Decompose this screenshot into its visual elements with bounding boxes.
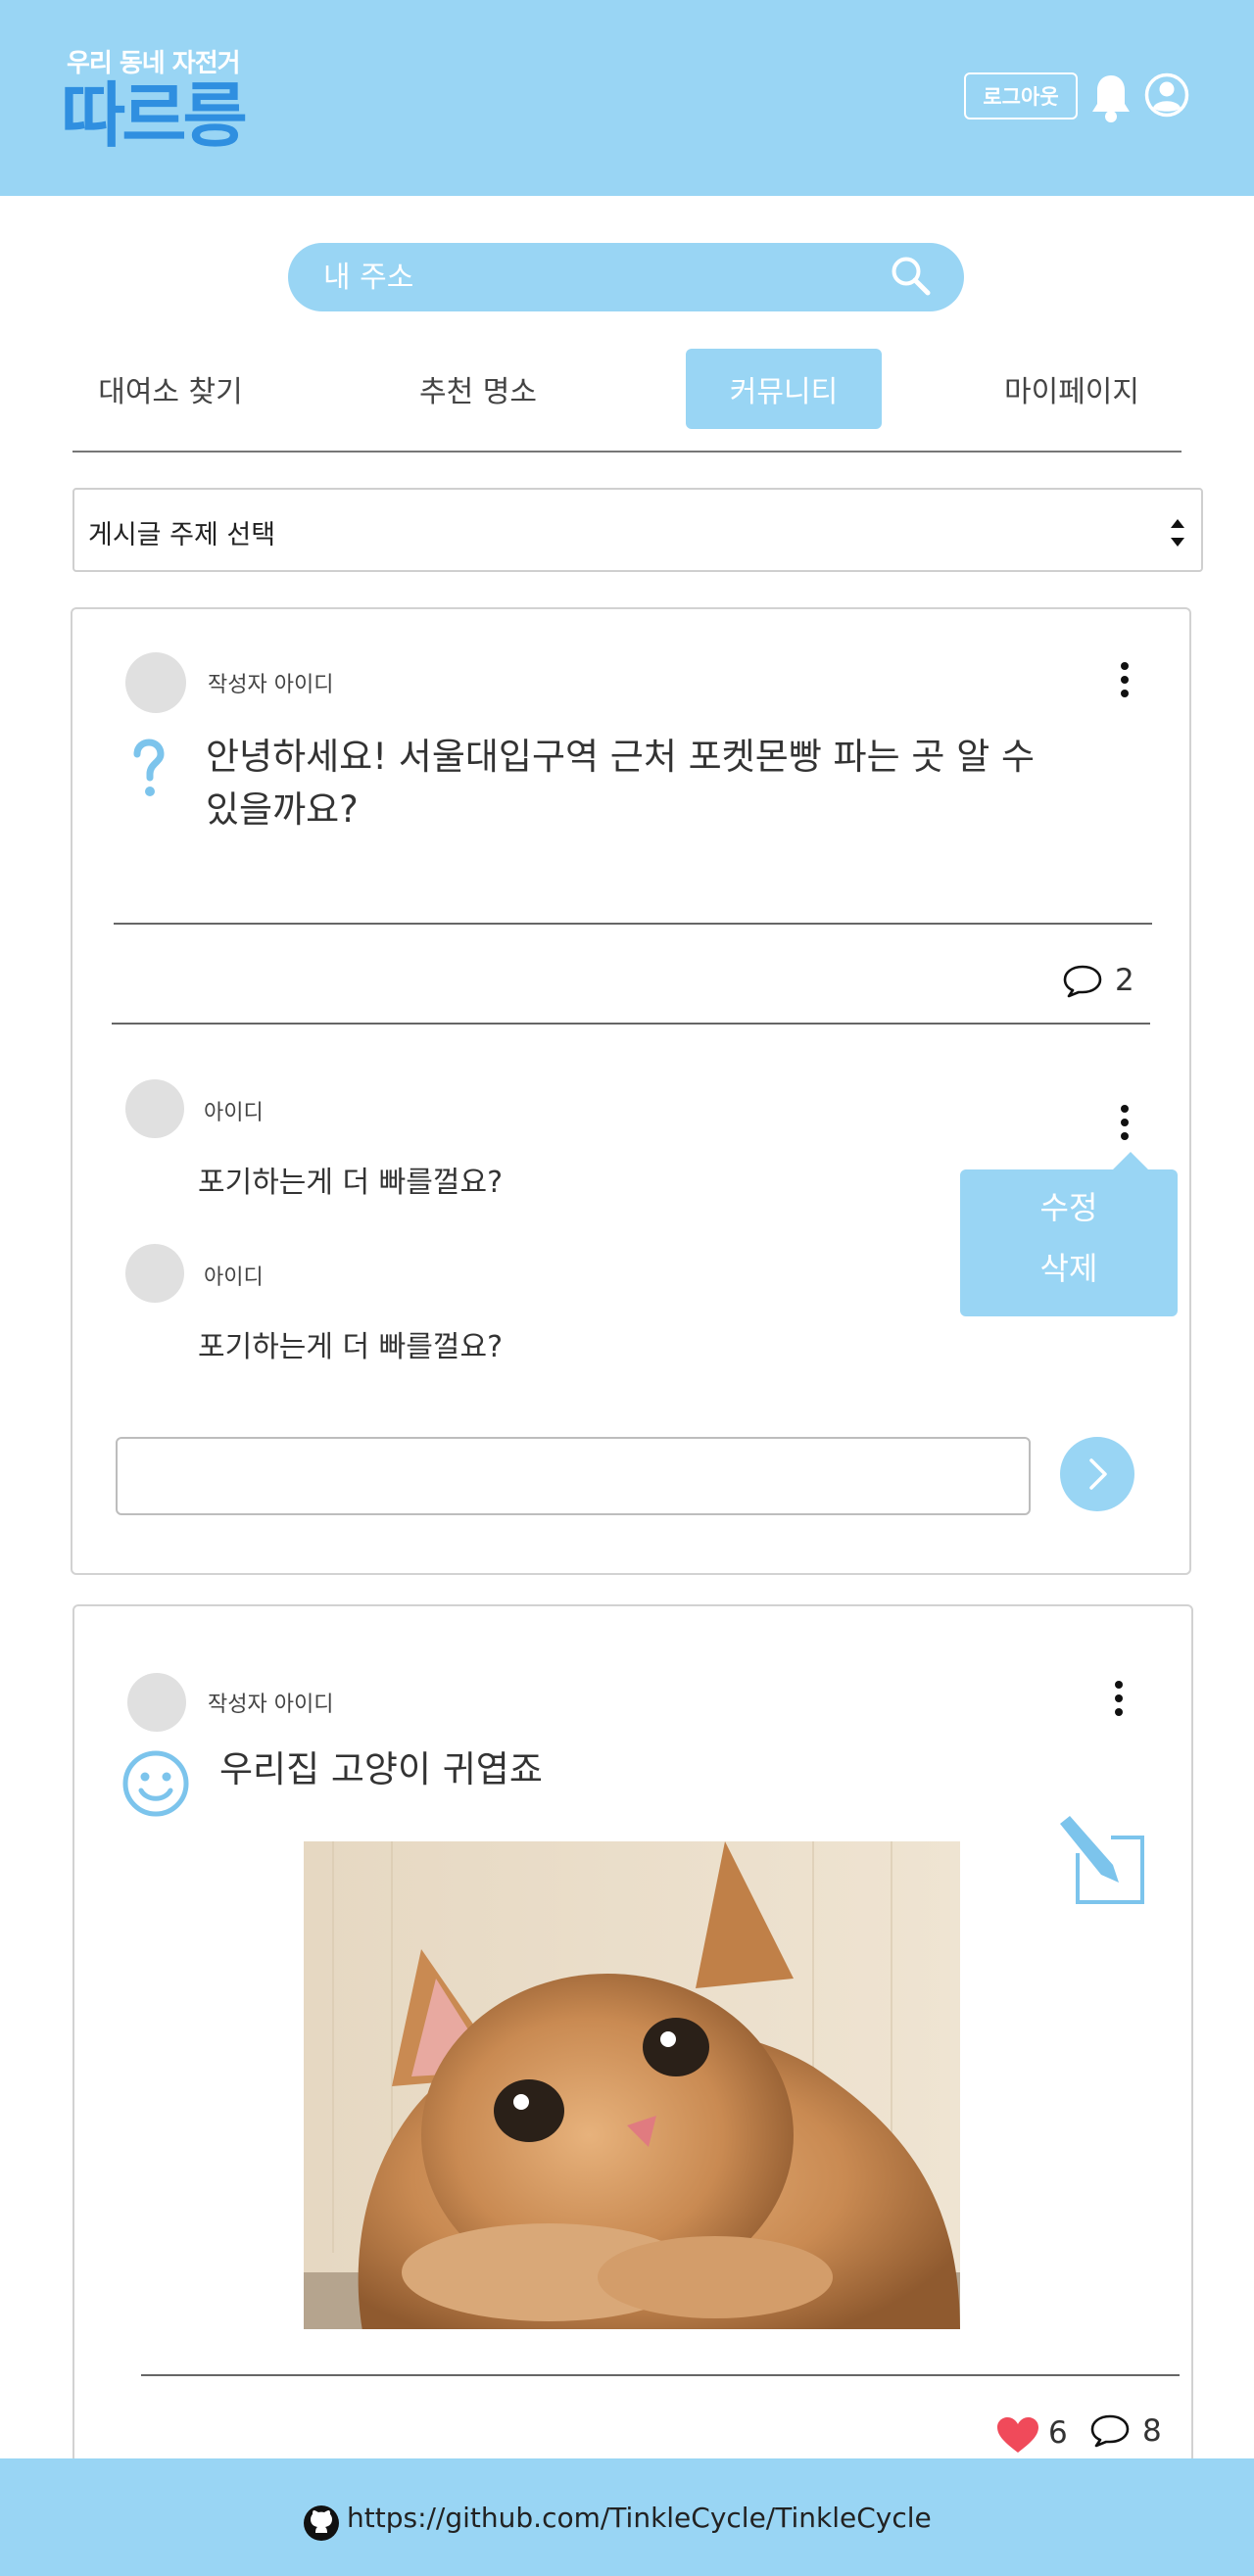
heart-icon[interactable]	[995, 2415, 1040, 2455]
comment-author: 아이디	[204, 1265, 264, 1290]
post-title-line: 있을까요?	[206, 788, 359, 831]
address-search-box	[288, 243, 964, 311]
delete-menu-item[interactable]: 삭제	[960, 1244, 1178, 1289]
tab-recommended-places[interactable]: 추천 명소	[394, 349, 562, 429]
search-icon[interactable]	[888, 253, 935, 300]
github-link[interactable]: https://github.com/TinkleCycle/TinkleCyc…	[347, 2502, 932, 2534]
post-title-line: 안녕하세요! 서울대입구역 근처 포켓몬빵 파는 곳 알 수	[206, 736, 1036, 778]
menu-pointer	[1111, 1152, 1150, 1171]
tab-community[interactable]: 커뮤니티	[686, 349, 882, 429]
comment-input[interactable]	[116, 1437, 1031, 1515]
avatar	[127, 1673, 186, 1732]
bell-icon[interactable]	[1089, 72, 1133, 123]
cat-photo-image	[304, 1841, 960, 2329]
more-options-icon[interactable]	[1115, 1105, 1134, 1144]
post-topic-select[interactable]: 게시글 주제 선택	[72, 488, 1203, 572]
app-footer: https://github.com/TinkleCycle/TinkleCyc…	[0, 2458, 1254, 2576]
comment-author: 아이디	[204, 1101, 264, 1125]
post-image[interactable]	[304, 1841, 960, 2329]
post-card: 작성자 아이디 안녕하세요! 서울대입구역 근처 포켓몬빵 파는 곳 알 수 있…	[71, 607, 1191, 1575]
avatar	[125, 652, 186, 713]
divider	[141, 2374, 1180, 2376]
post-topic-select-label: 게시글 주제 선택	[88, 520, 276, 550]
comment-text: 포기하는게 더 빠를껄요?	[198, 1166, 503, 1200]
tab-find-station[interactable]: 대여소 찾기	[82, 349, 259, 429]
comment-count: 2	[1115, 963, 1134, 998]
send-comment-button[interactable]	[1060, 1437, 1134, 1511]
github-icon	[304, 2505, 339, 2541]
comment-icon[interactable]	[1089, 2413, 1131, 2449]
divider	[114, 923, 1152, 925]
like-count: 6	[1048, 2415, 1068, 2451]
main-tabs: 대여소 찾기 추천 명소 커뮤니티 마이페이지	[72, 349, 1182, 453]
smile-icon	[122, 1750, 189, 1817]
tab-mypage[interactable]: 마이페이지	[980, 349, 1164, 429]
avatar	[125, 1079, 184, 1138]
comment-options-menu: 수정 삭제	[960, 1152, 1178, 1316]
select-arrows-icon	[1171, 519, 1184, 547]
question-icon	[133, 739, 165, 796]
post-author: 작성자 아이디	[208, 673, 334, 697]
comment-icon[interactable]	[1062, 964, 1103, 999]
chevron-right-icon	[1089, 1458, 1107, 1490]
post-title: 우리집 고양이 귀엽죠	[219, 1748, 543, 1790]
post-author: 작성자 아이디	[208, 1693, 334, 1717]
divider	[112, 1023, 1150, 1025]
logout-button[interactable]: 로그아웃	[964, 72, 1078, 119]
comment-text: 포기하는게 더 빠를껄요?	[198, 1330, 503, 1364]
address-search-input[interactable]	[323, 255, 872, 300]
edit-menu-item[interactable]: 수정	[960, 1183, 1178, 1228]
user-profile-icon[interactable]	[1144, 72, 1189, 118]
edit-icon[interactable]	[1052, 1814, 1146, 1908]
post-title: 안녕하세요! 서울대입구역 근처 포켓몬빵 파는 곳 알 수 있을까요?	[206, 731, 1048, 836]
logo[interactable]: 따르릉	[61, 76, 248, 155]
comment-count: 8	[1142, 2413, 1162, 2449]
app-header: 우리 동네 자전거 따르릉 로그아웃	[0, 0, 1254, 196]
more-options-icon[interactable]	[1115, 662, 1134, 701]
avatar	[125, 1244, 184, 1303]
more-options-icon[interactable]	[1109, 1681, 1129, 1720]
